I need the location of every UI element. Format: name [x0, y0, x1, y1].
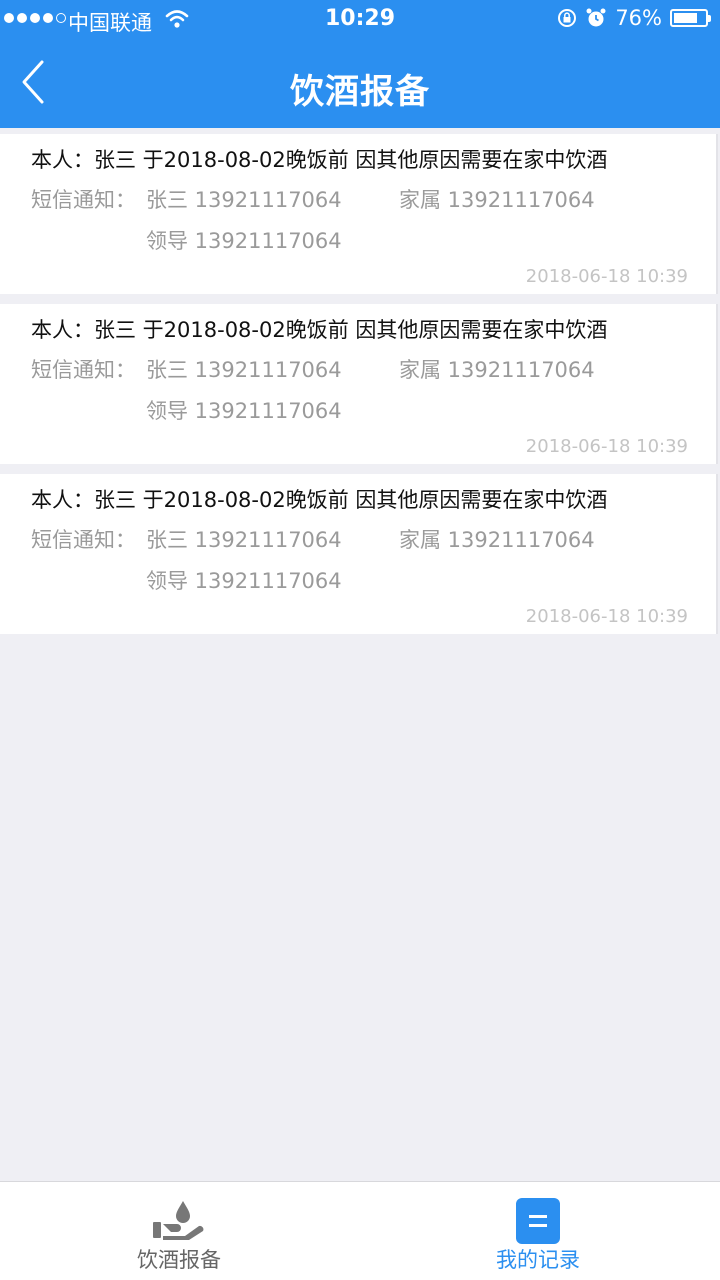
record-timestamp: 2018-06-18 10:39: [525, 436, 688, 457]
sms-contact-self: 张三 13921117064: [146, 358, 342, 382]
sms-contact-family: 家属 13921117064: [399, 188, 595, 212]
hand-drop-icon: [153, 1201, 204, 1240]
sms-notice-label: 短信通知：: [31, 528, 136, 552]
sms-notice-label: 短信通知：: [31, 358, 136, 382]
record-list: 本人：张三 于2018-08-02晚饭前 因其他原因需要在家中饮酒 短信通知： …: [0, 134, 720, 644]
records-icon: [516, 1198, 560, 1244]
record-summary: 本人：张三 于2018-08-02晚饭前 因其他原因需要在家中饮酒: [31, 318, 608, 342]
sms-notice-label: 短信通知：: [31, 188, 136, 212]
sms-contact-self: 张三 13921117064: [146, 188, 342, 212]
tab-bar: 饮酒报备 我的记录: [0, 1181, 720, 1280]
record-summary: 本人：张三 于2018-08-02晚饭前 因其他原因需要在家中饮酒: [31, 488, 608, 512]
tab-label: 我的记录: [496, 1248, 580, 1272]
page-title: 饮酒报备: [290, 72, 430, 112]
battery-icon: [670, 9, 711, 27]
record-card[interactable]: 本人：张三 于2018-08-02晚饭前 因其他原因需要在家中饮酒 短信通知： …: [0, 304, 718, 464]
status-bar: 中国联通 10:29 76%: [0, 0, 720, 40]
record-timestamp: 2018-06-18 10:39: [525, 266, 688, 287]
record-summary: 本人：张三 于2018-08-02晚饭前 因其他原因需要在家中饮酒: [31, 148, 608, 172]
sms-contact-leader: 领导 13921117064: [146, 399, 342, 423]
sms-contact-leader: 领导 13921117064: [146, 569, 342, 593]
tab-my-records[interactable]: 我的记录: [438, 1182, 638, 1280]
alarm-icon: [586, 8, 606, 27]
top-bar: 中国联通 10:29 76% 饮酒报备: [0, 0, 720, 128]
sms-contact-family: 家属 13921117064: [399, 358, 595, 382]
record-card[interactable]: 本人：张三 于2018-08-02晚饭前 因其他原因需要在家中饮酒 短信通知： …: [0, 474, 718, 634]
tab-drinking-report[interactable]: 饮酒报备: [79, 1182, 279, 1280]
record-timestamp: 2018-06-18 10:39: [525, 606, 688, 627]
record-card[interactable]: 本人：张三 于2018-08-02晚饭前 因其他原因需要在家中饮酒 短信通知： …: [0, 134, 718, 294]
battery-percent: 76%: [615, 6, 662, 30]
sms-contact-self: 张三 13921117064: [146, 528, 342, 552]
tab-label: 饮酒报备: [137, 1248, 221, 1272]
sms-contact-leader: 领导 13921117064: [146, 229, 342, 253]
rotation-lock-icon: [558, 9, 577, 27]
sms-contact-family: 家属 13921117064: [399, 528, 595, 552]
